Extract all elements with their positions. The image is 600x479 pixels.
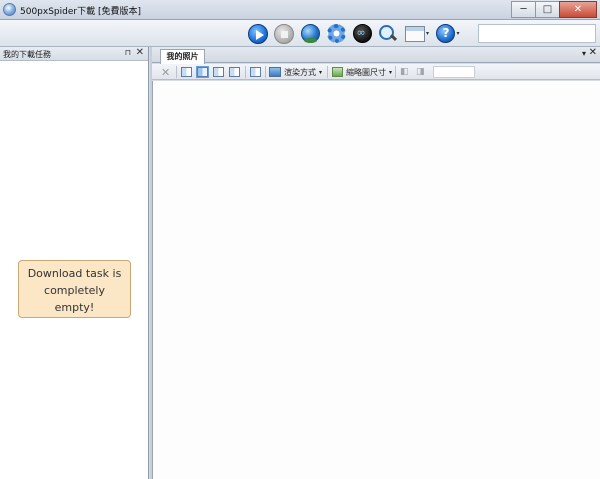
filter-input[interactable] xyxy=(433,66,475,78)
stop-button[interactable] xyxy=(273,23,295,45)
play-icon xyxy=(248,23,268,44)
minimize-button[interactable]: ─ xyxy=(511,1,536,18)
toolbar-separator xyxy=(327,66,328,78)
panel-header: 我的下載任務 ⊓ ✕ xyxy=(0,47,148,61)
window-controls: ─ □ ✕ xyxy=(511,1,597,18)
tab-strip: 我的照片 ▾ ✕ xyxy=(152,47,600,64)
photos-content-area[interactable] xyxy=(152,81,600,479)
tiles-view-icon xyxy=(196,66,209,78)
dark-circle-icon xyxy=(352,24,372,43)
window-icon xyxy=(404,25,425,42)
render-mode-label: 渲染方式 xyxy=(284,67,316,77)
dark-circle-button[interactable] xyxy=(351,23,373,45)
download-tasks-panel: 我的下載任務 ⊓ ✕ Download task is completely e… xyxy=(0,47,149,479)
toolbar-icons: ▾ ? ▾ xyxy=(247,22,465,45)
web-button[interactable] xyxy=(299,23,321,45)
help-button[interactable]: ? ▾ xyxy=(435,23,461,45)
pin-icon[interactable]: ⊓ xyxy=(125,48,131,57)
close-icon[interactable]: ✕ xyxy=(136,47,144,58)
view-icons-button[interactable] xyxy=(229,66,240,78)
toolbar-separator xyxy=(395,66,396,78)
close-icon[interactable]: ✕ xyxy=(589,47,597,58)
photos-panel: 我的照片 ▾ ✕ ✕ 渲染方式 ▾ 縮略圖尺寸 ▾ ◧ ◨ xyxy=(152,47,600,479)
gear-icon xyxy=(326,24,346,43)
view-tiles-button[interactable] xyxy=(196,66,209,78)
empty-state-message: Download task is completely empty! xyxy=(18,260,131,318)
window-title: 500pxSpider下載 [免費版本] xyxy=(20,7,141,17)
chevron-down-icon: ▾ xyxy=(319,68,323,76)
thumbnail-size-icon xyxy=(332,67,343,77)
stop-icon xyxy=(274,23,294,44)
magnifier-icon xyxy=(378,24,398,44)
window-layout-button[interactable]: ▾ xyxy=(403,23,431,45)
next-button[interactable]: ◨ xyxy=(416,66,427,78)
view-details-button[interactable] xyxy=(181,66,192,78)
app-icon[interactable] xyxy=(3,3,16,16)
chevron-down-icon: ▾ xyxy=(389,68,393,76)
render-mode-dropdown[interactable]: 渲染方式 ▾ xyxy=(269,66,322,78)
search-button[interactable] xyxy=(377,23,399,45)
details-view-icon xyxy=(181,67,192,77)
globe-icon xyxy=(300,24,320,43)
help-icon: ? xyxy=(436,24,456,43)
delete-icon: ✕ xyxy=(161,65,171,79)
chevron-down-icon: ▾ xyxy=(456,30,460,37)
back-icon: ◧ xyxy=(400,67,409,77)
view-list-button[interactable] xyxy=(213,66,224,78)
thumbnail-size-dropdown[interactable]: 縮略圖尺寸 ▾ xyxy=(332,66,392,78)
toolbar-separator xyxy=(245,66,246,78)
thumbnail-size-label: 縮略圖尺寸 xyxy=(346,67,386,77)
prev-button[interactable]: ◧ xyxy=(400,66,411,78)
view-gallery-button[interactable] xyxy=(250,66,261,78)
main-toolbar: ▾ ? ▾ xyxy=(0,20,600,47)
icons-view-icon xyxy=(229,67,240,77)
photos-toolbar: ✕ 渲染方式 ▾ 縮略圖尺寸 ▾ ◧ ◨ xyxy=(152,64,600,80)
tab-menu-icon[interactable]: ▾ xyxy=(582,49,586,58)
toolbar-search-input[interactable] xyxy=(478,24,596,43)
start-button[interactable] xyxy=(247,23,269,45)
maximize-button[interactable]: □ xyxy=(535,1,560,18)
list-view-icon xyxy=(213,67,224,77)
toolbar-separator xyxy=(265,66,266,78)
toolbar-separator xyxy=(176,66,177,78)
chevron-down-icon: ▾ xyxy=(425,30,429,37)
render-mode-icon xyxy=(269,67,281,77)
title-bar: 500pxSpider下載 [免費版本] ─ □ ✕ xyxy=(0,0,600,20)
settings-button[interactable] xyxy=(325,23,347,45)
tab-my-photos[interactable]: 我的照片 xyxy=(160,49,205,64)
panel-title: 我的下載任務 xyxy=(3,50,51,59)
delete-button[interactable]: ✕ xyxy=(161,65,171,79)
close-button[interactable]: ✕ xyxy=(559,1,597,18)
gallery-view-icon xyxy=(250,67,261,77)
forward-icon: ◨ xyxy=(416,67,425,77)
